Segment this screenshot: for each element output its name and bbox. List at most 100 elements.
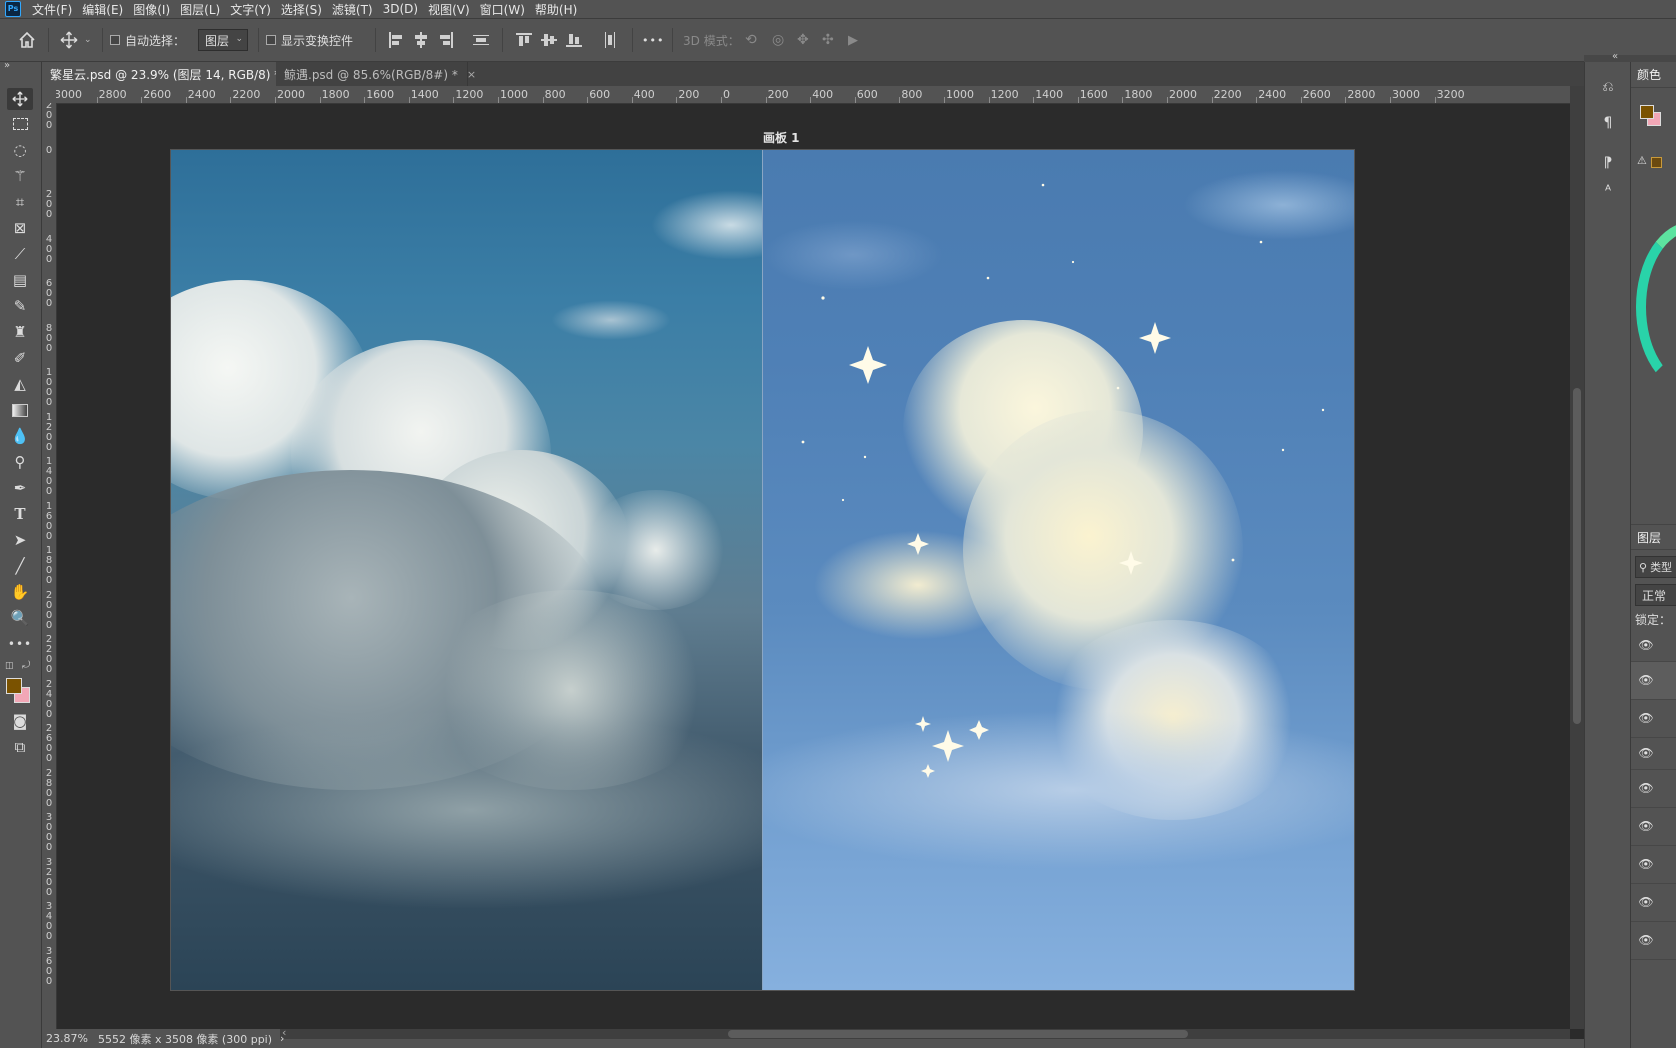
auto-select-target-select[interactable]: 图层 ⌄: [198, 29, 248, 51]
menu-3d[interactable]: 3D(D): [380, 2, 425, 16]
foreground-color-swatch[interactable]: [6, 678, 22, 694]
frame-tool[interactable]: ⊠: [7, 217, 33, 239]
menu-type[interactable]: 文字(Y): [227, 1, 278, 18]
eye-icon[interactable]: 👁: [1638, 819, 1653, 833]
eye-icon[interactable]: 👁: [1638, 933, 1653, 947]
menu-window[interactable]: 窗口(W): [477, 1, 532, 18]
healing-brush-tool[interactable]: ▤: [7, 269, 33, 291]
status-menu-arrow-icon[interactable]: ›: [280, 1032, 284, 1045]
panel-foreground-swatch[interactable]: [1640, 105, 1654, 119]
magic-wand-tool[interactable]: ⚚: [7, 165, 33, 187]
swap-colors-icon[interactable]: ⤾: [22, 660, 30, 671]
zoom-level[interactable]: 23.87%: [46, 1032, 88, 1045]
layer-row[interactable]: 👁: [1631, 808, 1676, 846]
layer-row[interactable]: 👁: [1631, 630, 1676, 662]
align-right-icon[interactable]: [438, 32, 454, 48]
align-vertical-center-icon[interactable]: [541, 32, 557, 48]
artboard-label[interactable]: 画板 1: [763, 129, 800, 146]
3d-slide-icon[interactable]: ✣: [822, 19, 834, 61]
menu-image[interactable]: 图像(I): [130, 1, 177, 18]
color-panel-tab[interactable]: 颜色: [1631, 62, 1676, 88]
distribute-vertical-icon[interactable]: [473, 32, 489, 48]
web-safe-swatch[interactable]: [1651, 157, 1662, 168]
clone-stamp-tool[interactable]: ♜: [7, 321, 33, 343]
3d-roll-icon[interactable]: ◎: [772, 19, 784, 61]
edit-toolbar-button[interactable]: •••: [7, 633, 33, 655]
quick-mask-button[interactable]: ◙: [7, 710, 33, 732]
layer-row[interactable]: 👁: [1631, 770, 1676, 808]
menu-edit[interactable]: 编辑(E): [79, 1, 130, 18]
marquee-tool[interactable]: [7, 113, 33, 135]
character-styles-icon[interactable]: ᴬ: [1599, 182, 1617, 200]
menu-view[interactable]: 视图(V): [425, 1, 477, 18]
line-tool[interactable]: ╱: [7, 555, 33, 577]
home-button[interactable]: [18, 19, 36, 61]
move-tool-preset-button[interactable]: ⌄: [60, 19, 92, 61]
expand-panel-icon[interactable]: »: [4, 60, 10, 71]
screen-mode-button[interactable]: ⧉: [7, 736, 33, 758]
align-bottom-icon[interactable]: [566, 32, 582, 48]
eye-icon[interactable]: 👁: [1638, 781, 1653, 795]
paragraph-styles-icon[interactable]: ⁋: [1599, 154, 1617, 172]
gradient-tool[interactable]: [7, 399, 33, 421]
canvas-area[interactable]: 画板 1: [57, 104, 1570, 1029]
eye-icon[interactable]: 👁: [1638, 638, 1653, 652]
auto-select-checkbox[interactable]: 自动选择：: [110, 19, 185, 61]
layer-filter-search[interactable]: ⚲ 类型: [1635, 556, 1676, 578]
menu-file[interactable]: 文件(F): [29, 1, 79, 18]
crop-tool[interactable]: ⌗: [7, 191, 33, 213]
move-tool[interactable]: [7, 88, 33, 110]
collapse-panels-icon[interactable]: «: [1612, 51, 1618, 62]
align-left-icon[interactable]: [388, 32, 404, 48]
horizontal-scroll-thumb[interactable]: [728, 1030, 1188, 1038]
vertical-scrollbar[interactable]: [1570, 86, 1584, 1029]
type-tool[interactable]: T: [7, 503, 33, 525]
zoom-tool[interactable]: 🔍: [7, 607, 33, 629]
layer-row[interactable]: 👁: [1631, 700, 1676, 738]
eye-icon[interactable]: 👁: [1638, 895, 1653, 909]
pen-tool[interactable]: ✒: [7, 477, 33, 499]
brush-tool[interactable]: ✎: [7, 295, 33, 317]
3d-scale-camera-icon[interactable]: ▶: [848, 19, 858, 61]
tab-document-1[interactable]: 繁星云.psd @ 23.9% (图层 14, RGB/8) * ×: [42, 62, 299, 86]
layer-row[interactable]: 👁: [1631, 846, 1676, 884]
menu-select[interactable]: 选择(S): [278, 1, 329, 18]
menu-filter[interactable]: 滤镜(T): [329, 1, 380, 18]
eye-icon[interactable]: 👁: [1638, 711, 1653, 725]
close-icon[interactable]: ×: [467, 68, 476, 81]
lasso-tool[interactable]: ◌: [7, 139, 33, 161]
horizontal-scrollbar[interactable]: ‹: [280, 1026, 1570, 1039]
default-colors-icon[interactable]: ◫: [5, 661, 14, 671]
blend-mode-select[interactable]: 正常: [1635, 584, 1676, 606]
paragraph-panel-icon[interactable]: ¶: [1599, 114, 1617, 132]
path-selection-tool[interactable]: ➤: [7, 529, 33, 551]
eye-icon[interactable]: 👁: [1638, 673, 1653, 687]
layer-row[interactable]: 👁: [1631, 738, 1676, 770]
dodge-tool[interactable]: ⚲: [7, 451, 33, 473]
layer-row[interactable]: 👁: [1631, 662, 1676, 700]
vertical-scroll-thumb[interactable]: [1573, 388, 1581, 724]
color-wheel[interactable]: [1636, 222, 1676, 392]
eye-icon[interactable]: 👁: [1638, 857, 1653, 871]
eraser-tool[interactable]: ◭: [7, 373, 33, 395]
hand-tool[interactable]: ✋: [7, 581, 33, 603]
align-top-icon[interactable]: [516, 32, 532, 48]
history-brush-tool[interactable]: ✐: [7, 347, 33, 369]
artboard[interactable]: [171, 150, 1354, 990]
menu-help[interactable]: 帮助(H): [532, 1, 584, 18]
eye-icon[interactable]: 👁: [1638, 746, 1653, 760]
3d-orbit-icon[interactable]: ⟲: [745, 19, 757, 61]
eyedropper-tool[interactable]: ⟋: [7, 243, 33, 265]
3d-pan-icon[interactable]: ✥: [797, 19, 809, 61]
layer-row[interactable]: 👁: [1631, 884, 1676, 922]
show-transform-controls-checkbox[interactable]: 显示变换控件: [266, 19, 353, 61]
layers-panel-tab[interactable]: 图层: [1631, 524, 1676, 550]
align-horizontal-center-icon[interactable]: [413, 32, 429, 48]
layer-row[interactable]: 👁: [1631, 922, 1676, 960]
tab-document-2[interactable]: 鲸遇.psd @ 85.6%(RGB/8#) * ×: [276, 62, 476, 86]
history-panel-icon[interactable]: ⎌: [1599, 78, 1617, 96]
menu-layer[interactable]: 图层(L): [177, 1, 227, 18]
more-options-button[interactable]: •••: [642, 19, 664, 61]
distribute-horizontal-icon[interactable]: [602, 32, 618, 48]
blur-tool[interactable]: 💧: [7, 425, 33, 447]
